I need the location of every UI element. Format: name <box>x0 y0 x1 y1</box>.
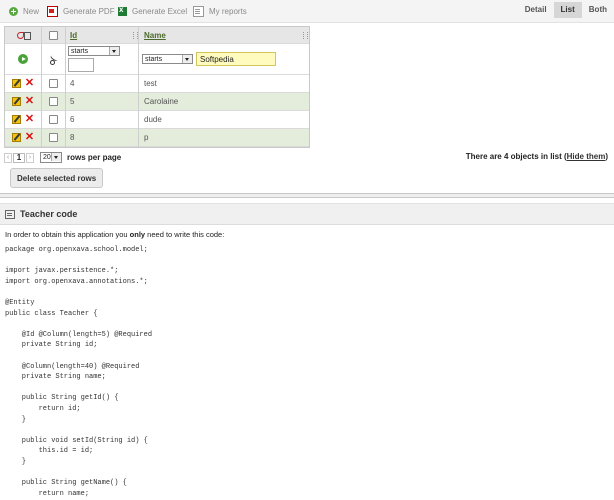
new-button[interactable]: New <box>9 5 39 17</box>
divider <box>0 193 614 198</box>
column-header-id[interactable]: Id <box>70 31 77 40</box>
tab-list[interactable]: List <box>553 2 582 18</box>
generate-excel-label: Generate Excel <box>132 6 188 16</box>
name-filter-operator[interactable]: starts <box>142 54 193 64</box>
table-row: ✕ 5 Carolaine <box>5 93 309 111</box>
generate-pdf-label: Generate PDF <box>63 6 115 16</box>
cell-id[interactable]: 6 <box>70 115 74 124</box>
edit-icon[interactable] <box>11 79 21 88</box>
edit-icon[interactable] <box>11 115 21 124</box>
generate-excel-button[interactable]: Generate Excel <box>118 5 187 17</box>
tab-both[interactable]: Both <box>582 2 614 18</box>
code-block: package org.openxava.school.model; impor… <box>5 246 153 498</box>
pdf-icon <box>47 5 58 17</box>
filter-go-icon[interactable] <box>18 54 28 64</box>
edit-icon[interactable] <box>11 133 21 142</box>
cell-id[interactable]: 5 <box>70 97 74 106</box>
configure-filter-icon[interactable] <box>49 54 59 65</box>
chevron-down-icon <box>109 47 119 55</box>
delete-icon[interactable]: ✕ <box>25 78 34 89</box>
delete-selected-rows-button[interactable]: Delete selected rows <box>10 168 104 188</box>
report-icon <box>193 5 204 17</box>
add-icon <box>9 6 18 16</box>
my-reports-button[interactable]: My reports <box>193 5 247 17</box>
view-tabs: Detail List Both <box>518 2 614 20</box>
cell-name[interactable]: p <box>144 133 148 142</box>
next-page-button[interactable]: › <box>26 152 34 163</box>
toolbar: New Generate PDF Generate Excel My repor… <box>0 0 614 23</box>
column-divider <box>138 27 139 147</box>
status-close: ) <box>605 152 608 161</box>
hide-them-link[interactable]: Hide them <box>567 152 606 161</box>
list-table: Id Name starts starts Softpedia ✕ 4 test… <box>4 26 310 148</box>
new-label: New <box>23 6 40 16</box>
name-filter-input[interactable]: Softpedia <box>196 52 276 66</box>
cell-name[interactable]: test <box>144 79 157 88</box>
section-title: Teacher code <box>20 209 78 219</box>
table-row: ✕ 8 p <box>5 129 309 147</box>
id-filter-operator[interactable]: starts <box>68 46 120 56</box>
row-checkbox[interactable] <box>49 79 58 88</box>
column-divider <box>65 27 66 147</box>
list-count-status: There are 4 objects in list (Hide them) <box>466 152 608 161</box>
table-row: ✕ 6 dude <box>5 111 309 129</box>
section-header: Teacher code <box>0 203 614 225</box>
filter-row: starts starts Softpedia <box>5 44 309 75</box>
id-filter-input[interactable] <box>68 58 94 72</box>
cell-name[interactable]: Carolaine <box>144 97 178 106</box>
generate-pdf-button[interactable]: Generate PDF <box>47 5 115 17</box>
delete-icon[interactable]: ✕ <box>25 96 34 107</box>
column-header-name[interactable]: Name <box>144 31 166 40</box>
chevron-down-icon <box>51 153 61 161</box>
column-divider <box>41 27 42 147</box>
edit-icon[interactable] <box>11 97 21 106</box>
cell-id[interactable]: 8 <box>70 133 74 142</box>
cell-id[interactable]: 4 <box>70 79 74 88</box>
chevron-down-icon <box>182 55 192 63</box>
cell-name[interactable]: dude <box>144 115 162 124</box>
delete-icon[interactable]: ✕ <box>25 114 34 125</box>
row-checkbox[interactable] <box>49 133 58 142</box>
code-icon <box>5 209 15 219</box>
list-count-text: There are 4 objects in list ( <box>465 152 567 161</box>
rows-per-page-label: rows per page <box>67 153 122 162</box>
page-number[interactable]: 1 <box>13 152 25 163</box>
excel-icon <box>118 5 127 16</box>
table-header: Id Name <box>5 27 309 44</box>
intro-text: In order to obtain this application you … <box>5 230 225 239</box>
row-checkbox[interactable] <box>49 97 58 106</box>
previous-page-button[interactable]: ‹ <box>4 152 12 163</box>
customize-list-button[interactable] <box>5 27 41 43</box>
tab-detail[interactable]: Detail <box>518 2 554 18</box>
my-reports-label: My reports <box>209 6 247 16</box>
customize-icon <box>17 31 31 40</box>
delete-icon[interactable]: ✕ <box>25 132 34 143</box>
select-all-checkbox[interactable] <box>49 30 58 40</box>
pager: ‹ 1 › 20 rows per page <box>4 151 121 164</box>
page-size-select[interactable]: 20 <box>40 152 62 163</box>
row-checkbox[interactable] <box>49 115 58 124</box>
table-row: ✕ 4 test <box>5 75 309 93</box>
column-resize-handle[interactable] <box>303 32 308 39</box>
